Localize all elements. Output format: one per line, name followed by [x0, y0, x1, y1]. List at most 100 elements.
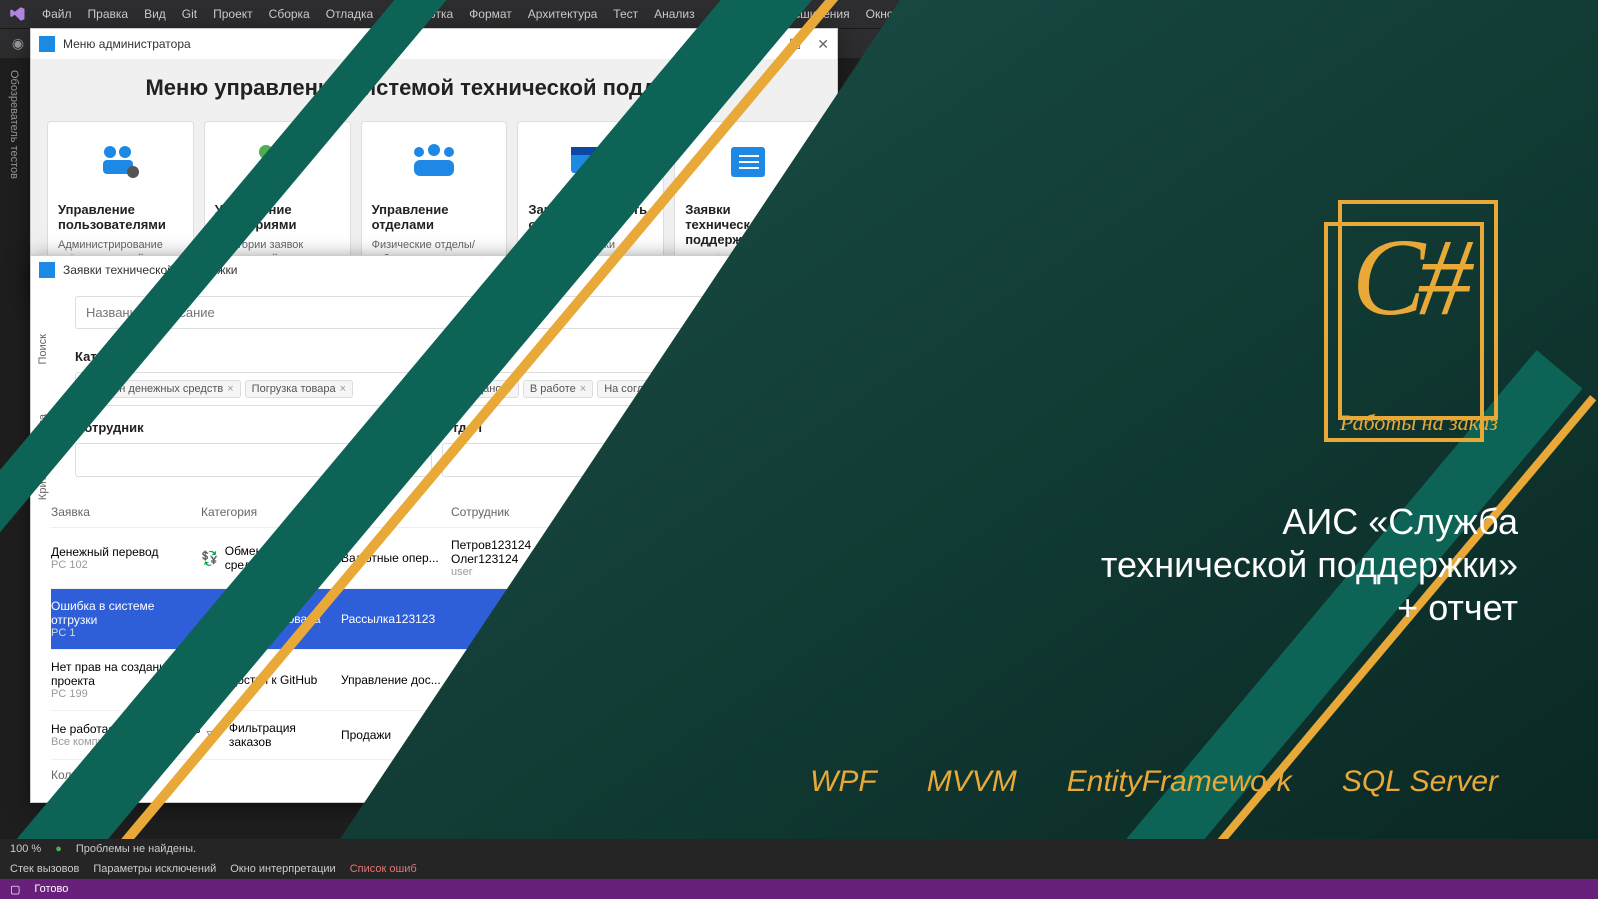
vs-menubar: Файл Правка Вид Git Проект Сборка Отладк… [0, 0, 1598, 28]
checklist-icon [723, 142, 773, 182]
table-row[interactable]: Нет прав на создание проектаPC 199 ⭕Дост… [51, 650, 799, 711]
card-title: Зарегистрировать обращение [528, 202, 653, 232]
menu-ext[interactable]: Расширения [772, 7, 858, 21]
status-chip[interactable]: В работе× [523, 380, 593, 398]
problems-status[interactable]: Проблемы не найдены. [76, 843, 196, 855]
menu-test[interactable]: Тест [605, 7, 646, 21]
minimize-icon[interactable]: — [741, 262, 755, 279]
category-select[interactable]: Обмен денежных средств× Погрузка товара× [75, 372, 432, 406]
menu-view[interactable]: Вид [136, 7, 174, 21]
menu-debug[interactable]: Отладка [318, 7, 381, 21]
col-action: Действие [691, 505, 791, 519]
tab-errors[interactable]: Список ошиб [350, 863, 417, 875]
menu-dev[interactable]: Разработка [381, 7, 461, 21]
admin-window-title: Меню администратора [63, 37, 191, 51]
vs-logo-icon [8, 5, 26, 23]
table-header: Заявка Категория Отдел Сотрудник Статус … [51, 497, 799, 528]
bottom-tabs: 100 % ● Проблемы не найдены. [0, 839, 1598, 859]
search-clear-button[interactable]: ✕ [770, 300, 799, 325]
category-chip[interactable]: Погрузка товара× [245, 380, 353, 398]
bottom-panels: Стек вызовов Параметры исключений Окно и… [0, 859, 1598, 879]
maximize-icon[interactable]: ☐ [771, 262, 784, 279]
category-icon: ▽ [201, 724, 223, 746]
menu-file[interactable]: Файл [34, 7, 80, 21]
chip-remove-icon[interactable]: × [227, 383, 233, 395]
category-label: Категория [75, 345, 432, 368]
menu-arch[interactable]: Архитектура [520, 7, 606, 21]
vs-search[interactable]: 🔍 Поиск ▾ [922, 7, 984, 21]
chip-remove-icon[interactable]: × [340, 383, 346, 395]
record-count: Кол-во записей: 4 [51, 760, 799, 790]
category-icon: ⭕ [201, 669, 223, 691]
status-select[interactable]: Создано× В работе× На согласовании/уточн… [442, 372, 799, 406]
col-emp: Сотрудник [451, 505, 591, 519]
status-chip[interactable]: Создано× [451, 380, 519, 398]
col-category: Категория [201, 505, 341, 519]
menu-project[interactable]: Проект [205, 7, 261, 21]
toolbar-app-label: Application [1536, 38, 1590, 50]
card-title: Управление отделами [372, 202, 497, 232]
department-label: Отдел [442, 416, 799, 439]
status-label: Статус [442, 345, 799, 368]
toolbar-icon[interactable]: ◉ [8, 34, 28, 54]
department-select[interactable] [442, 443, 799, 477]
menu-format[interactable]: Формат [461, 7, 520, 21]
tickets-window: Заявки технической поддержки — ☐ ✕ Поиск… [30, 255, 820, 803]
maximize-icon[interactable]: ☐ [789, 36, 802, 53]
tab-immediate[interactable]: Окно интерпретации [230, 863, 335, 875]
category-icon: 🚚 [201, 608, 223, 630]
card-title: Управление пользователями [58, 202, 183, 232]
settings-button[interactable]: ⚙ [741, 547, 763, 569]
menu-build[interactable]: Сборка [261, 7, 318, 21]
reject-button[interactable]: ✕ [713, 547, 735, 569]
menu-tools[interactable]: Средства [703, 7, 772, 21]
criteria-section-label: Критерии поиска [37, 414, 49, 500]
shapes-icon [252, 142, 302, 182]
employee-label: Сотрудник [75, 416, 432, 439]
tab-exceptions[interactable]: Параметры исключений [93, 863, 216, 875]
tickets-window-title: Заявки технической поддержки [63, 263, 237, 277]
card-title: Заявки технической поддержки [685, 202, 810, 247]
left-sidebar-tab[interactable]: Обозреватель тестов [8, 70, 20, 179]
chip-remove-icon[interactable]: × [505, 383, 511, 395]
table-row[interactable]: Денежный переводPC 102 💱Обмен денежных с… [51, 528, 799, 589]
reject-button[interactable]: ✕ [741, 608, 763, 630]
close-icon[interactable]: ✕ [817, 36, 829, 53]
approve-button[interactable]: ✓ [769, 547, 791, 569]
svg-text:+: + [600, 164, 608, 180]
menu-window[interactable]: Окно [858, 7, 902, 21]
settings-button[interactable]: ⚙ [769, 608, 791, 630]
col-status: Статус [591, 505, 691, 519]
window-plus-icon: + [566, 142, 616, 182]
minimize-icon[interactable]: — [759, 36, 773, 53]
category-icon: 💱 [201, 547, 219, 569]
chip-remove-icon[interactable]: × [580, 383, 586, 395]
close-icon[interactable]: ✕ [799, 262, 811, 279]
table-row[interactable]: Ошибка в системе отгрузкиPC 1 🚚Погрузка … [51, 589, 799, 650]
chip-remove-icon[interactable]: × [751, 383, 757, 395]
admin-titlebar: Меню администратора — ☐ ✕ [31, 29, 837, 59]
menu-edit[interactable]: Правка [80, 7, 137, 21]
col-dept: Отдел [341, 505, 451, 519]
zoom-level[interactable]: 100 % [10, 843, 41, 855]
col-ticket: Заявка [51, 505, 201, 519]
users-icon [95, 142, 145, 182]
status-bar: ▢ Готово [0, 879, 1598, 899]
ready-icon: ▢ [10, 883, 20, 896]
employee-select[interactable] [75, 443, 432, 477]
table-row[interactable]: Не работает поиск заказовВсе компьютеры … [51, 711, 799, 760]
vs-project-name: TechSupport [1024, 7, 1091, 21]
menu-analyze[interactable]: Анализ [646, 7, 703, 21]
tickets-titlebar: Заявки технической поддержки — ☐ ✕ [31, 256, 819, 284]
category-chip[interactable]: Обмен денежных средств× [84, 380, 241, 398]
tickets-window-icon [39, 262, 55, 278]
menu-git[interactable]: Git [174, 7, 205, 21]
tab-callstack[interactable]: Стек вызовов [10, 863, 79, 875]
search-section-label: Поиск [37, 334, 49, 364]
team-icon [409, 142, 459, 182]
ready-status: Готово [34, 883, 68, 895]
search-input[interactable] [75, 296, 762, 329]
status-chip[interactable]: На согласовании/уточнении× [597, 380, 764, 398]
admin-heading: Меню управления системой технической под… [47, 75, 821, 101]
card-title: Управление категориями [215, 202, 340, 232]
